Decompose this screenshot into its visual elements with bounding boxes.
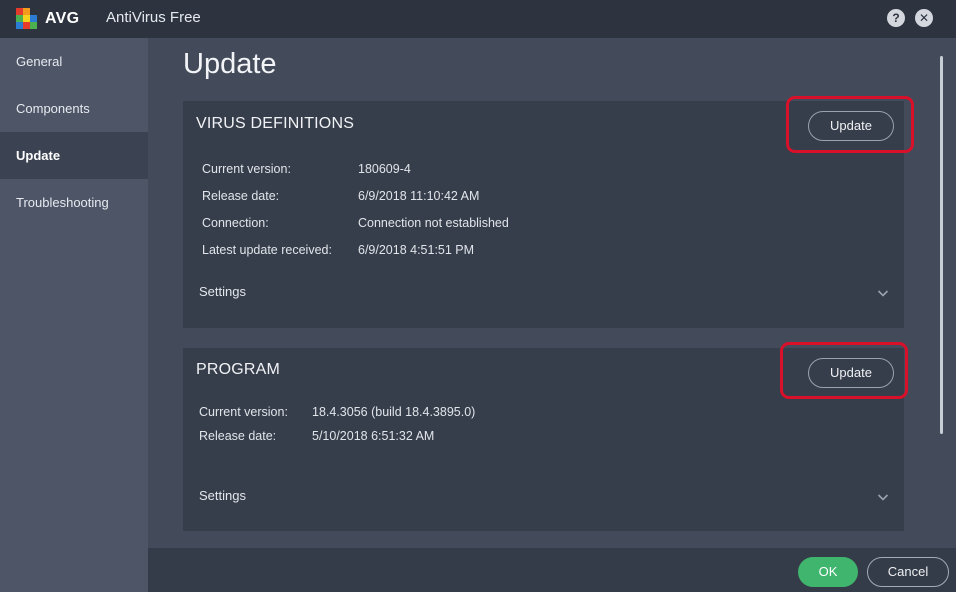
cancel-button[interactable]: Cancel xyxy=(867,557,949,587)
scrollbar[interactable] xyxy=(940,56,943,434)
ok-button[interactable]: OK xyxy=(798,557,858,587)
info-value: 180609-4 xyxy=(358,162,411,176)
info-label: Current version: xyxy=(199,405,288,419)
main-content: Update VIRUS DEFINITIONS Update Current … xyxy=(148,38,956,548)
sidebar-item-update[interactable]: Update xyxy=(0,132,148,179)
app-title: AntiVirus Free xyxy=(106,9,201,26)
settings-label: Settings xyxy=(199,488,246,503)
program-settings-toggle[interactable]: Settings xyxy=(199,488,889,508)
virus-definitions-heading: VIRUS DEFINITIONS xyxy=(196,115,355,132)
program-panel: PROGRAM Update Current version: 18.4.305… xyxy=(183,342,908,531)
info-label: Current version: xyxy=(202,162,291,176)
logo-text: AVG xyxy=(45,10,80,27)
info-value: 5/10/2018 6:51:32 AM xyxy=(312,429,435,443)
info-value: 6/9/2018 4:51:51 PM xyxy=(358,243,475,257)
sidebar-item-general[interactable]: General xyxy=(0,38,148,85)
update-program-button[interactable]: Update xyxy=(808,358,894,388)
info-label: Release date: xyxy=(199,429,277,443)
close-button[interactable]: ✕ xyxy=(915,9,933,27)
info-label: Connection: xyxy=(202,216,269,230)
sidebar-item-components[interactable]: Components xyxy=(0,85,148,132)
virus-definitions-panel: VIRUS DEFINITIONS Update Current version… xyxy=(183,96,914,328)
info-value: Connection not established xyxy=(358,216,509,230)
info-value: 6/9/2018 11:10:42 AM xyxy=(358,189,480,203)
program-heading: PROGRAM xyxy=(196,361,281,378)
avg-logo-icon xyxy=(16,8,42,30)
chevron-down-icon xyxy=(877,491,889,503)
chevron-down-icon xyxy=(877,287,889,299)
title-bar: AVG AntiVirus Free ? ✕ xyxy=(0,0,956,38)
sidebar-item-troubleshooting[interactable]: Troubleshooting xyxy=(0,179,148,226)
info-value: 18.4.3056 (build 18.4.3895.0) xyxy=(312,405,476,419)
avg-logo: AVG xyxy=(16,7,82,31)
info-label: Release date: xyxy=(202,189,280,203)
page-title: Update xyxy=(183,48,277,80)
update-definitions-button[interactable]: Update xyxy=(808,111,894,141)
info-label: Latest update received: xyxy=(202,243,332,257)
footer: OK Cancel xyxy=(148,548,956,592)
help-button[interactable]: ? xyxy=(887,9,905,27)
settings-label: Settings xyxy=(199,284,246,299)
sidebar: General Components Update Troubleshootin… xyxy=(0,38,148,592)
definitions-settings-toggle[interactable]: Settings xyxy=(199,284,889,304)
